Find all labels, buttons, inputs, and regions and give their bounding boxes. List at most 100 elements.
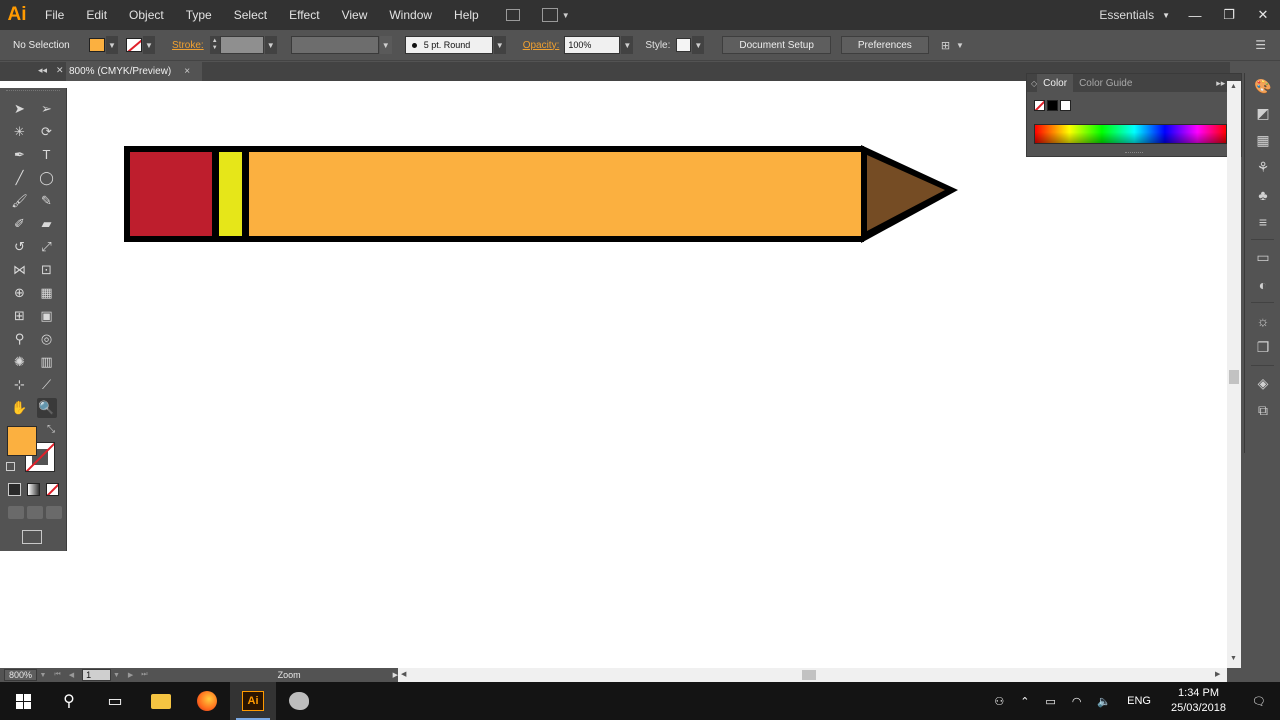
stroke-weight-stepper[interactable]: ▲ ▼: [209, 36, 220, 54]
fill-swatch[interactable]: [89, 38, 105, 52]
brushes-icon[interactable]: ⚘: [1245, 154, 1280, 181]
paint-app-button[interactable]: [276, 682, 322, 720]
opacity-label[interactable]: Opacity:: [523, 40, 560, 51]
eyedropper-icon[interactable]: ⚲: [10, 329, 30, 349]
control-panel-menu-icon[interactable]: ☰: [1255, 38, 1266, 52]
gradient-icon[interactable]: ▣: [37, 306, 57, 326]
stroke-weight-field[interactable]: [219, 36, 264, 54]
notifications-icon[interactable]: 🗨: [1238, 695, 1280, 708]
swap-fill-stroke-icon[interactable]: ⤡: [47, 424, 55, 435]
close-icon[interactable]: ×: [184, 66, 190, 77]
black-swatch[interactable]: [1047, 100, 1058, 111]
menu-object[interactable]: Object: [118, 0, 175, 30]
arrange-icon[interactable]: ⊞: [941, 39, 950, 52]
slice-icon[interactable]: ⟋: [37, 375, 57, 395]
menu-file[interactable]: File: [34, 0, 75, 30]
menu-edit[interactable]: Edit: [75, 0, 118, 30]
scroll-down-icon[interactable]: ▼: [1230, 655, 1237, 662]
menu-select[interactable]: Select: [223, 0, 278, 30]
menu-type[interactable]: Type: [175, 0, 223, 30]
document-setup-button[interactable]: Document Setup: [722, 36, 831, 54]
eraser-icon[interactable]: ▰: [37, 214, 57, 234]
chevron-down-icon[interactable]: ▼: [692, 36, 705, 54]
draw-behind-button[interactable]: [27, 506, 43, 519]
graphic-styles-icon[interactable]: ❐: [1245, 334, 1280, 361]
graphic-style-swatch[interactable]: [676, 38, 692, 52]
draw-normal-button[interactable]: [8, 506, 24, 519]
workspace-switcher[interactable]: Essentials ▼: [1099, 0, 1170, 30]
tab-color[interactable]: Color: [1037, 74, 1074, 92]
color-icon[interactable]: 🎨: [1245, 73, 1280, 100]
next-artboard-icon[interactable]: ▶: [128, 671, 133, 679]
gradient-mode-button[interactable]: [27, 483, 40, 496]
artboards-icon[interactable]: ⧉: [1245, 397, 1280, 424]
chevron-down-icon[interactable]: ▼: [143, 36, 155, 54]
panel-resize-grip[interactable]: [1125, 152, 1143, 153]
gradient-icon[interactable]: ▭: [1245, 244, 1280, 271]
shape-builder-icon[interactable]: ⊕: [10, 283, 30, 303]
chevron-up-icon[interactable]: ⌃: [1012, 695, 1037, 708]
previous-artboard-icon[interactable]: ◀: [69, 671, 74, 679]
symbol-sprayer-icon[interactable]: ✺: [10, 352, 30, 372]
default-fill-stroke-icon[interactable]: [6, 462, 15, 471]
horizontal-scroll-thumb[interactable]: [802, 670, 816, 680]
zoom-icon[interactable]: 🔍: [36, 397, 57, 418]
horizontal-scrollbar[interactable]: ◀ ▶: [398, 668, 1227, 682]
input-language[interactable]: ENG: [1119, 695, 1159, 707]
swatches-icon[interactable]: ▦: [1245, 127, 1280, 154]
task-view-button[interactable]: ▭: [92, 682, 138, 720]
collapse-panels-icon[interactable]: ◂◂: [38, 65, 47, 76]
rotate-icon[interactable]: ↺: [10, 237, 30, 257]
arrange-documents-button[interactable]: ▼: [534, 8, 570, 22]
column-graph-icon[interactable]: ▥: [37, 352, 57, 372]
chevron-down-icon[interactable]: ▼: [493, 36, 506, 54]
chevron-down-icon[interactable]: ▼: [39, 672, 46, 679]
appearance-icon[interactable]: ☼: [1245, 307, 1280, 334]
stroke-icon[interactable]: ≡: [1245, 208, 1280, 235]
menu-effect[interactable]: Effect: [278, 0, 330, 30]
brush-definition-select[interactable]: 5 pt. Round: [404, 36, 493, 54]
start-button[interactable]: [0, 682, 46, 720]
chevron-down-icon[interactable]: ▼: [264, 36, 277, 54]
line-segment-icon[interactable]: ╱: [10, 168, 30, 188]
free-transform-icon[interactable]: ⊡: [37, 260, 57, 280]
chevron-down-icon[interactable]: ▼: [113, 672, 120, 679]
chevron-down-icon[interactable]: ▼: [956, 41, 964, 50]
pencil-body[interactable]: [249, 152, 861, 236]
scroll-right-icon[interactable]: ▶: [1215, 670, 1220, 678]
firefox-button[interactable]: [184, 682, 230, 720]
variable-width-profile[interactable]: [290, 36, 379, 54]
close-icon[interactable]: ✕: [56, 65, 64, 76]
illustrator-taskbar-button[interactable]: Ai: [230, 682, 276, 720]
pencil-ferrule[interactable]: [219, 152, 242, 236]
artboard-icon[interactable]: ⊹: [10, 375, 30, 395]
close-button[interactable]: ✕: [1246, 4, 1280, 26]
mesh-icon[interactable]: ⊞: [10, 306, 30, 326]
opacity-field[interactable]: 100%: [564, 36, 621, 54]
artboard-number-field[interactable]: 1: [82, 669, 111, 681]
chevron-down-icon[interactable]: ▼: [621, 36, 634, 54]
magic-wand-icon[interactable]: ✳: [10, 122, 30, 142]
symbols-icon[interactable]: ♣: [1245, 181, 1280, 208]
chevron-down-icon[interactable]: ▼: [379, 36, 392, 54]
last-artboard-icon[interactable]: ⏭: [141, 671, 147, 679]
panel-grip[interactable]: [6, 90, 60, 95]
none-mode-button[interactable]: [46, 483, 59, 496]
scale-icon[interactable]: ⤢: [37, 237, 57, 257]
document-tab[interactable]: 800% (CMYK/Preview) ×: [66, 62, 202, 81]
vertical-scroll-thumb[interactable]: [1229, 370, 1239, 384]
menu-help[interactable]: Help: [443, 0, 490, 30]
blob-brush-icon[interactable]: ✐: [10, 214, 30, 234]
vertical-scrollbar[interactable]: ▲ ▼: [1227, 81, 1241, 668]
scroll-left-icon[interactable]: ◀: [401, 670, 406, 678]
direct-selection-icon[interactable]: ➢: [37, 99, 57, 119]
status-info[interactable]: Zoom: [278, 670, 301, 680]
pencil-icon[interactable]: ✎: [37, 191, 57, 211]
tab-color-guide[interactable]: Color Guide: [1073, 74, 1138, 92]
zoom-level-field[interactable]: 800%: [4, 669, 38, 681]
status-menu-icon[interactable]: ▶: [393, 671, 398, 679]
white-swatch[interactable]: [1060, 100, 1071, 111]
color-mode-button[interactable]: [8, 483, 21, 496]
first-artboard-icon[interactable]: ⏮: [54, 671, 60, 679]
file-explorer-button[interactable]: [138, 682, 184, 720]
